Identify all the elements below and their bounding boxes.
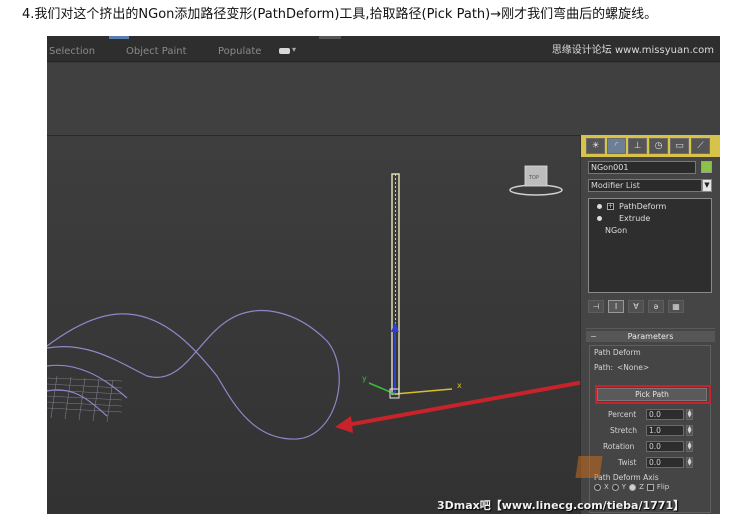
field-label: Percent	[608, 410, 637, 419]
configure-modifier-sets-icon[interactable]: ▦	[668, 299, 684, 313]
motion-tab-clock-icon[interactable]: ◷	[649, 138, 668, 154]
viewcube-label: TOP	[528, 175, 539, 181]
ribbon-tab-object-paint[interactable]: Object Paint	[126, 46, 187, 57]
ribbon-panel-area	[47, 63, 720, 135]
ribbon-top-indicator	[109, 36, 129, 39]
stack-item-extrude[interactable]: Extrude	[590, 213, 710, 225]
field-label: Twist	[618, 458, 637, 467]
axis-y-label: Y	[621, 483, 627, 491]
stack-item-label: Extrude	[619, 214, 651, 223]
axis-y-radio[interactable]	[611, 483, 619, 491]
parameters-rollout-header[interactable]: Parameters	[586, 331, 715, 342]
spinner-arrows-icon[interactable]: ▲ ▼	[686, 409, 693, 420]
gizmo-x-label: x	[457, 381, 462, 390]
chevron-down-icon[interactable]: ▾	[292, 45, 296, 54]
axis-x-radio[interactable]	[594, 483, 601, 491]
transform-gizmo: x y	[362, 322, 462, 399]
axis-z-label: Z	[639, 483, 644, 491]
object-name-field[interactable]: NGon001	[588, 161, 696, 174]
stack-item-pathdeform[interactable]: + PathDeform	[590, 201, 710, 213]
create-tab-sun-icon[interactable]: ☀	[586, 138, 605, 154]
expand-plus-icon[interactable]: +	[607, 203, 614, 210]
perspective-viewport[interactable]: x y TOP	[47, 135, 580, 514]
populate-options-icon[interactable]	[279, 48, 290, 54]
viewcube-icon: TOP	[509, 165, 563, 196]
stack-item-ngon[interactable]: NGon	[590, 225, 710, 237]
axis-x-label: X	[604, 483, 609, 491]
ribbon-tab-selection[interactable]: Selection	[49, 46, 95, 57]
gizmo-y-label: y	[362, 374, 367, 383]
flip-checkbox[interactable]	[646, 483, 654, 491]
object-color-swatch[interactable]	[701, 161, 712, 173]
axis-options: X Y Z Flip	[594, 483, 669, 491]
chevron-down-icon[interactable]: ▼	[702, 179, 712, 192]
ribbon-tab-populate[interactable]: Populate	[218, 46, 261, 57]
show-end-result-icon[interactable]: Ⅰ	[608, 299, 624, 313]
viewport-scene: x y TOP	[47, 165, 580, 440]
spinner-arrows-icon[interactable]: ▲ ▼	[686, 425, 693, 436]
make-unique-icon[interactable]: ∀	[628, 299, 644, 313]
axis-z-radio[interactable]	[629, 483, 637, 491]
lightbulb-icon[interactable]	[597, 204, 602, 209]
rotation-spinner[interactable]: 0.0	[646, 441, 684, 452]
flip-label: Flip	[656, 483, 670, 491]
collapse-minus-icon[interactable]: −	[590, 331, 597, 342]
tutorial-caption: 4.我们对这个挤出的NGon添加路径变形(PathDeform)工具,拾取路径(…	[22, 7, 658, 22]
lightbulb-icon[interactable]	[597, 216, 602, 221]
grid-floor	[47, 375, 123, 423]
3dsmax-screenshot: Selection Object Paint Populate ▾ 思缘设计论坛…	[47, 36, 720, 514]
modifier-stack: + PathDeform Extrude NGon	[588, 198, 712, 293]
ribbon-bar: Selection Object Paint Populate ▾ 思缘设计论坛…	[47, 36, 720, 62]
pin-stack-icon[interactable]: ⊣	[588, 299, 604, 313]
field-label: Stretch	[610, 426, 638, 435]
watermark-logo-icon	[575, 456, 603, 478]
modifier-list-dropdown[interactable]: Modifier List	[588, 179, 702, 192]
helix-spline	[47, 310, 340, 440]
path-label: Path:	[594, 363, 614, 372]
axis-group-title: Path Deform Axis	[594, 473, 659, 482]
path-deform-group: Path Deform Path: <None> Pick Path Perce…	[589, 345, 711, 513]
command-panel-tabs: ☀ ◜ ⊥ ◷ ▭ ⟋	[586, 138, 716, 154]
watermark-text: 3Dmax吧【www.linecg.com/tieba/1771】	[437, 499, 685, 512]
stack-item-label: NGon	[605, 226, 628, 235]
percent-spinner[interactable]: 0.0	[646, 409, 684, 420]
annotation-highlight-box	[595, 385, 711, 404]
site-logo: 思缘设计论坛 www.missyuan.com	[551, 45, 714, 56]
twist-spinner[interactable]: 0.0	[646, 457, 684, 468]
remove-modifier-icon[interactable]: ə	[648, 299, 664, 313]
field-label: Rotation	[603, 442, 635, 451]
modify-tab-curve-icon[interactable]: ◜	[607, 138, 626, 154]
group-title: Path Deform	[594, 348, 641, 357]
stack-item-label: PathDeform	[619, 202, 667, 211]
utilities-tab-hammer-icon[interactable]: ⟋	[691, 138, 710, 154]
display-tab-monitor-icon[interactable]: ▭	[670, 138, 689, 154]
hierarchy-tab-icon[interactable]: ⊥	[628, 138, 647, 154]
stack-toolbar: ⊣ Ⅰ ∀ ə ▦	[588, 299, 712, 313]
ribbon-top-indicator	[319, 36, 341, 39]
stretch-spinner[interactable]: 1.0	[646, 425, 684, 436]
path-value: <None>	[617, 363, 650, 372]
parameters-rollout: Parameters − Path Deform Path: <None> Pi…	[586, 328, 715, 513]
spinner-arrows-icon[interactable]: ▲ ▼	[686, 441, 693, 452]
spinner-arrows-icon[interactable]: ▲ ▼	[686, 457, 693, 468]
